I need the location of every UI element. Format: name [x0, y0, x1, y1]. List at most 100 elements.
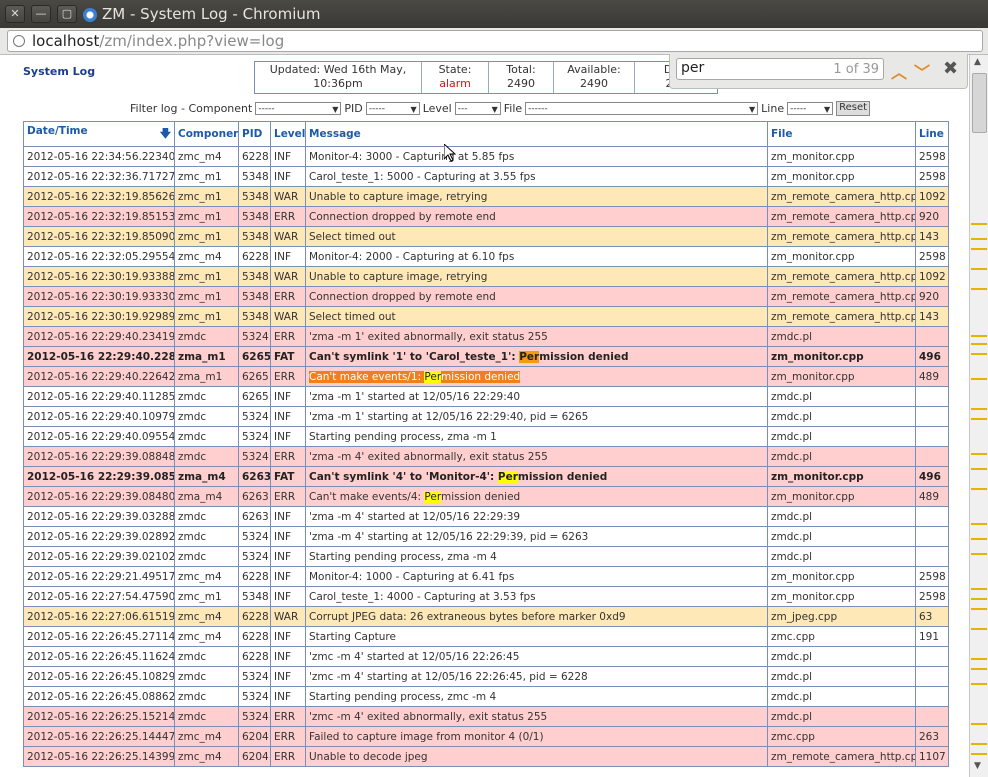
- find-match-marker: [971, 598, 987, 600]
- cell-pid: 5348: [238, 226, 271, 247]
- cell-datetime: 2012-05-16 22:29:39.088480: [23, 446, 175, 467]
- header-datetime[interactable]: Date/Time 🡇: [23, 121, 175, 147]
- cell-datetime: 2012-05-16 22:26:25.144471: [23, 726, 175, 747]
- cell-line: 191: [915, 626, 949, 647]
- scroll-up-icon[interactable]: ▲: [974, 57, 981, 67]
- cell-level: INF: [270, 626, 306, 647]
- table-row: 2012-05-16 22:32:19.850900 zmc_m1 5348 WAR S…: [23, 226, 949, 247]
- find-highlight: Per: [497, 470, 518, 483]
- cell-file: zmdc.pl: [767, 326, 916, 347]
- cell-level: INF: [270, 586, 306, 607]
- cell-level: INF: [270, 526, 306, 547]
- header-level[interactable]: Level: [270, 121, 306, 147]
- cell-line: 1092: [915, 186, 949, 207]
- table-row: 2012-05-16 22:29:40.226420 zma_m1 6265 ERR C…: [23, 366, 949, 387]
- find-next-button[interactable]: ﹀: [914, 59, 930, 83]
- cell-datetime: 2012-05-16 22:29:39.028920: [23, 526, 175, 547]
- cell-datetime: 2012-05-16 22:29:40.228146: [23, 346, 175, 367]
- cell-message: 'zma -m 4' starting at 12/05/16 22:29:39…: [305, 526, 768, 547]
- cell-message: Monitor-4: 3000 - Capturing at 5.85 fps: [305, 146, 768, 167]
- cell-file: zmdc.pl: [767, 386, 916, 407]
- find-bar: per 1 of 39 ︿ ﹀ ✖: [669, 54, 968, 89]
- cell-datetime: 2012-05-16 22:27:54.475906: [23, 586, 175, 607]
- cell-pid: 5348: [238, 206, 271, 227]
- message-prefix: Can't symlink '4' to 'Monitor-4':: [309, 470, 498, 483]
- component-select[interactable]: -----: [255, 102, 342, 116]
- cell-line: 2598: [915, 166, 949, 187]
- find-previous-button[interactable]: ︿: [891, 59, 907, 83]
- header-line[interactable]: Line: [915, 121, 949, 147]
- cell-line: 2598: [915, 246, 949, 267]
- cell-level: ERR: [270, 706, 306, 727]
- available-label: Available:: [567, 63, 621, 76]
- reset-button[interactable]: Reset: [836, 101, 871, 116]
- find-close-button[interactable]: ✖: [943, 58, 958, 79]
- scrollbar-thumb[interactable]: [972, 73, 987, 133]
- find-match-marker: [971, 553, 987, 555]
- cell-component: zmdc: [174, 646, 239, 667]
- cell-message: Can't make events/4: Permission denied: [305, 486, 768, 507]
- header-pid[interactable]: PID: [238, 121, 271, 147]
- find-input[interactable]: per 1 of 39: [676, 58, 884, 80]
- cell-component: zmc_m4: [174, 146, 239, 167]
- cell-level: WAR: [270, 266, 306, 287]
- cell-message: 'zma -m 4' started at 12/05/16 22:29:39: [305, 506, 768, 527]
- cell-level: INF: [270, 146, 306, 167]
- updated-time: 10:36pm: [313, 77, 363, 90]
- cell-pid: 6265: [238, 346, 271, 367]
- find-match-marker: [971, 523, 987, 525]
- cell-message: 'zma -m 1' starting at 12/05/16 22:29:40…: [305, 406, 768, 427]
- header-component[interactable]: Component: [174, 121, 239, 147]
- close-window-button[interactable]: ✕: [5, 5, 25, 23]
- cell-line: 143: [915, 226, 949, 247]
- message-text: Can't make events/4: Permission denied: [309, 490, 520, 503]
- maximize-icon: ▢: [61, 7, 73, 20]
- level-select[interactable]: ---: [454, 102, 501, 116]
- address-text: localhost/zm/index.php?view=log: [32, 32, 284, 50]
- cell-pid: 6204: [238, 726, 271, 747]
- cell-line: 263: [915, 726, 949, 747]
- message-suffix: mission denied: [440, 370, 521, 383]
- line-select[interactable]: -----: [787, 102, 834, 116]
- window-title: ZM - System Log - Chromium: [102, 5, 321, 23]
- minimize-window-button[interactable]: —: [31, 5, 51, 23]
- table-row: 2012-05-16 22:32:19.856263 zmc_m1 5348 WAR U…: [23, 186, 949, 207]
- cell-datetime: 2012-05-16 22:29:40.112850: [23, 386, 175, 407]
- cell-message: Carol_teste_1: 4000 - Capturing at 3.53 …: [305, 586, 768, 607]
- cell-pid: 6204: [238, 746, 271, 767]
- cell-pid: 5324: [238, 706, 271, 727]
- status-panel: Updated: Wed 16th May, 10:36pm State: al…: [254, 61, 718, 94]
- header-message[interactable]: Message: [305, 121, 768, 147]
- cell-message: Failed to capture image from monitor 4 (…: [305, 726, 768, 747]
- cell-file: zmdc.pl: [767, 686, 916, 707]
- scroll-down-icon[interactable]: ▼: [974, 761, 981, 771]
- cell-pid: 5324: [238, 546, 271, 567]
- pid-select[interactable]: -----: [365, 102, 420, 116]
- find-match-marker: [971, 668, 987, 670]
- cell-level: FAT: [270, 466, 306, 487]
- message-prefix: Can't make events/1:: [309, 370, 425, 383]
- cell-message: Unable to capture image, retrying: [305, 266, 768, 287]
- cell-file: zm_remote_camera_http.cpp: [767, 746, 916, 767]
- cell-message: 'zmc -m 4' starting at 12/05/16 22:26:45…: [305, 666, 768, 687]
- cell-component: zmc_m4: [174, 566, 239, 587]
- cell-datetime: 2012-05-16 22:29:40.095540: [23, 426, 175, 447]
- url-host: localhost: [32, 32, 100, 50]
- close-icon: ✕: [10, 7, 20, 20]
- header-file[interactable]: File: [767, 121, 916, 147]
- cell-message: 'zma -m 1' started at 12/05/16 22:29:40: [305, 386, 768, 407]
- message-text: Can't symlink '1' to 'Carol_teste_1': Pe…: [309, 350, 629, 363]
- cell-file: zm_monitor.cpp: [767, 366, 916, 387]
- file-select[interactable]: ------: [525, 102, 759, 116]
- find-highlight: Per: [424, 370, 441, 383]
- maximize-window-button[interactable]: ▢: [57, 5, 77, 23]
- cell-message: Select timed out: [305, 306, 768, 327]
- cell-file: zmc.cpp: [767, 626, 916, 647]
- total-cell: Total: 2490: [489, 62, 554, 93]
- table-row: 2012-05-16 22:29:39.085830zma_m46263FATC…: [23, 466, 949, 487]
- page-scrollbar[interactable]: ▲ ▼: [969, 55, 988, 777]
- address-bar[interactable]: localhost/zm/index.php?view=log: [7, 30, 983, 52]
- table-row: 2012-05-16 22:29:39.028920 zmdc 5324 INF'zm…: [23, 526, 949, 547]
- cell-file: zm_monitor.cpp: [767, 146, 916, 167]
- cell-datetime: 2012-05-16 22:29:39.085830: [23, 466, 175, 487]
